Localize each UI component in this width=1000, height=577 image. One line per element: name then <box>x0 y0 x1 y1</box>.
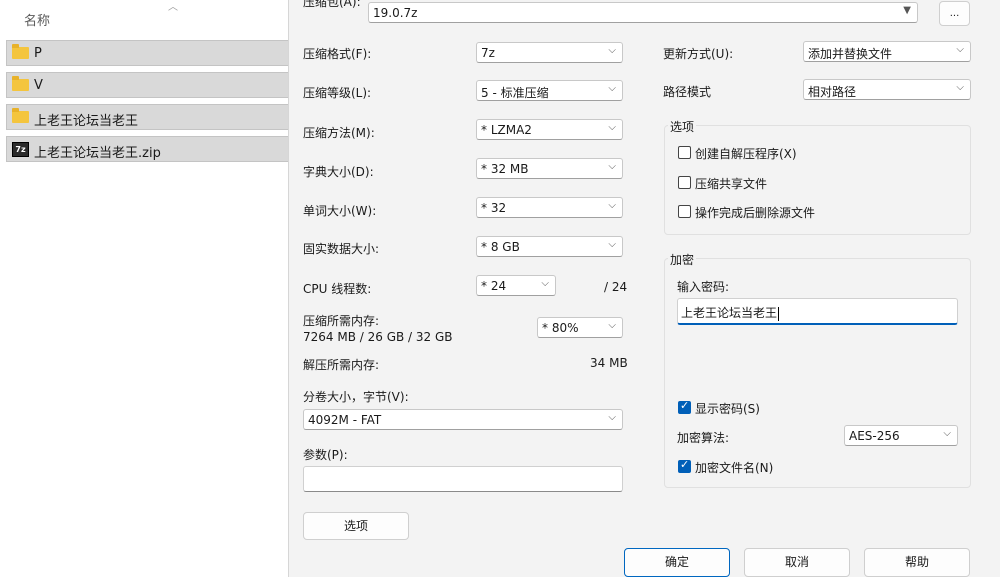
password-input[interactable]: 上老王论坛当老王 <box>677 298 958 325</box>
dict-select[interactable]: * 32 MB ⌵ <box>476 158 623 179</box>
archive-label: 压缩包(A): <box>303 0 361 9</box>
chevron-down-icon: ⌵ <box>608 83 616 94</box>
chevron-down-icon: ⌵ <box>608 200 616 211</box>
options-group-title: 选项 <box>668 118 697 135</box>
password-text: 上老王论坛当老王 <box>681 306 780 321</box>
sfx-checkbox[interactable] <box>678 146 691 159</box>
solid-label: 固实数据大小: <box>303 242 380 256</box>
chevron-down-icon: ▼ <box>903 5 911 16</box>
file-name: 上老王论坛当老王.zip <box>34 146 161 161</box>
update-value: 添加并替换文件 <box>808 47 893 61</box>
update-mode-select[interactable]: 添加并替换文件 ⌵ <box>803 41 971 62</box>
options-button[interactable]: 选项 <box>303 512 409 540</box>
params-input[interactable] <box>303 466 623 492</box>
mem-comp-value: 7264 MB / 26 GB / 32 GB <box>303 330 453 344</box>
file-row-folder[interactable]: 上老王论坛当老王 <box>6 104 290 130</box>
cpu-total: / 24 <box>604 280 628 294</box>
params-label: 参数(P): <box>303 448 348 462</box>
encrypt-names-label[interactable]: 加密文件名(N) <box>695 459 773 476</box>
mem-decomp-label: 解压所需内存: <box>303 358 380 372</box>
column-name-label: 名称 <box>24 14 51 29</box>
chevron-down-icon: ⌵ <box>608 320 616 331</box>
shared-files-label[interactable]: 压缩共享文件 <box>695 175 767 192</box>
method-select[interactable]: * LZMA2 ⌵ <box>476 119 623 140</box>
level-value: 5 - 标准压缩 <box>481 86 549 100</box>
help-button[interactable]: 帮助 <box>864 548 970 577</box>
sort-chevron-up-icon: ︿ <box>168 2 178 13</box>
browse-button[interactable]: ... <box>939 1 970 26</box>
chevron-down-icon: ⌵ <box>608 239 616 250</box>
encrypt-names-checkbox[interactable] <box>678 458 691 473</box>
mem-decomp-value: 34 MB <box>590 356 628 370</box>
word-select[interactable]: * 32 ⌵ <box>476 197 623 218</box>
chevron-down-icon: ⌵ <box>541 278 549 289</box>
file-name: 上老王论坛当老王 <box>34 114 139 129</box>
chevron-down-icon: ⌵ <box>608 45 616 56</box>
update-label: 更新方式(U): <box>663 47 734 61</box>
cpu-value: * 24 <box>481 279 507 293</box>
ok-button[interactable]: 确定 <box>624 548 730 577</box>
delete-after-label[interactable]: 操作完成后删除源文件 <box>695 204 815 221</box>
method-label: 压缩方法(M): <box>303 126 375 140</box>
word-label: 单词大小(W): <box>303 204 377 218</box>
chevron-down-icon: ⌵ <box>956 82 964 93</box>
cpu-label: CPU 线程数: <box>303 282 372 296</box>
path-mode-label: 路径模式 <box>663 85 712 99</box>
chevron-down-icon: ⌵ <box>956 44 964 55</box>
sfx-label[interactable]: 创建自解压程序(X) <box>695 145 797 162</box>
solid-value: * 8 GB <box>481 240 520 254</box>
chevron-down-icon: ⌵ <box>608 122 616 133</box>
folder-icon <box>12 44 29 59</box>
split-size-select[interactable]: 4092M - FAT ⌵ <box>303 409 623 430</box>
file-name: P <box>34 46 42 61</box>
text-caret <box>778 306 780 321</box>
file-row-v[interactable]: V <box>6 72 290 98</box>
chevron-down-icon: ⌵ <box>943 428 951 439</box>
encryption-group-title: 加密 <box>668 251 697 268</box>
add-to-archive-dialog: 压缩包(A): 19.0.7z ▼ ... 压缩格式(F): 7z ⌵ 压缩等级… <box>288 0 1000 577</box>
dict-label: 字典大小(D): <box>303 165 374 179</box>
level-label: 压缩等级(L): <box>303 86 372 100</box>
enc-method-label: 加密算法: <box>677 431 730 445</box>
format-select[interactable]: 7z ⌵ <box>476 42 623 63</box>
path-value: 相对路径 <box>808 85 857 99</box>
split-label: 分卷大小，字节(V): <box>303 390 409 404</box>
mem-percent-select[interactable]: * 80% ⌵ <box>537 317 623 338</box>
split-value: 4092M - FAT <box>308 413 382 427</box>
file-row-zip[interactable]: 7z 上老王论坛当老王.zip <box>6 136 290 162</box>
folder-icon <box>12 108 29 123</box>
file-explorer-panel: 名称 ︿ P V 上老王论坛当老王 7z 上老王论坛当老王.zip <box>0 0 290 577</box>
cpu-threads-select[interactable]: * 24 ⌵ <box>476 275 556 296</box>
word-value: * 32 <box>481 201 507 215</box>
enc-method-value: AES-256 <box>849 429 900 443</box>
dict-value: * 32 MB <box>481 162 529 176</box>
file-row-p[interactable]: P <box>6 40 290 66</box>
solid-select[interactable]: * 8 GB ⌵ <box>476 236 623 257</box>
archive-path-combobox[interactable]: 19.0.7z ▼ <box>368 2 918 23</box>
show-password-label[interactable]: 显示密码(S) <box>695 400 760 417</box>
cancel-button[interactable]: 取消 <box>744 548 850 577</box>
folder-icon <box>12 76 29 91</box>
file-name: V <box>34 78 43 93</box>
archive-path-value: 19.0.7z <box>373 6 418 20</box>
encryption-method-select[interactable]: AES-256 ⌵ <box>844 425 958 446</box>
mem-comp-label: 压缩所需内存: <box>303 314 380 328</box>
format-value: 7z <box>481 46 495 60</box>
delete-after-checkbox[interactable] <box>678 205 691 218</box>
level-select[interactable]: 5 - 标准压缩 ⌵ <box>476 80 623 101</box>
shared-files-checkbox[interactable] <box>678 176 691 189</box>
path-mode-select[interactable]: 相对路径 ⌵ <box>803 79 971 100</box>
mem-percent-value: * 80% <box>542 321 579 335</box>
7z-archive-icon: 7z <box>12 142 29 157</box>
show-password-checkbox[interactable] <box>678 399 691 414</box>
chevron-down-icon: ⌵ <box>608 161 616 172</box>
password-label: 输入密码: <box>677 280 730 294</box>
column-header[interactable]: 名称 ︿ <box>0 0 290 34</box>
chevron-down-icon: ⌵ <box>608 412 616 423</box>
method-value: * LZMA2 <box>481 123 532 137</box>
format-label: 压缩格式(F): <box>303 47 372 61</box>
